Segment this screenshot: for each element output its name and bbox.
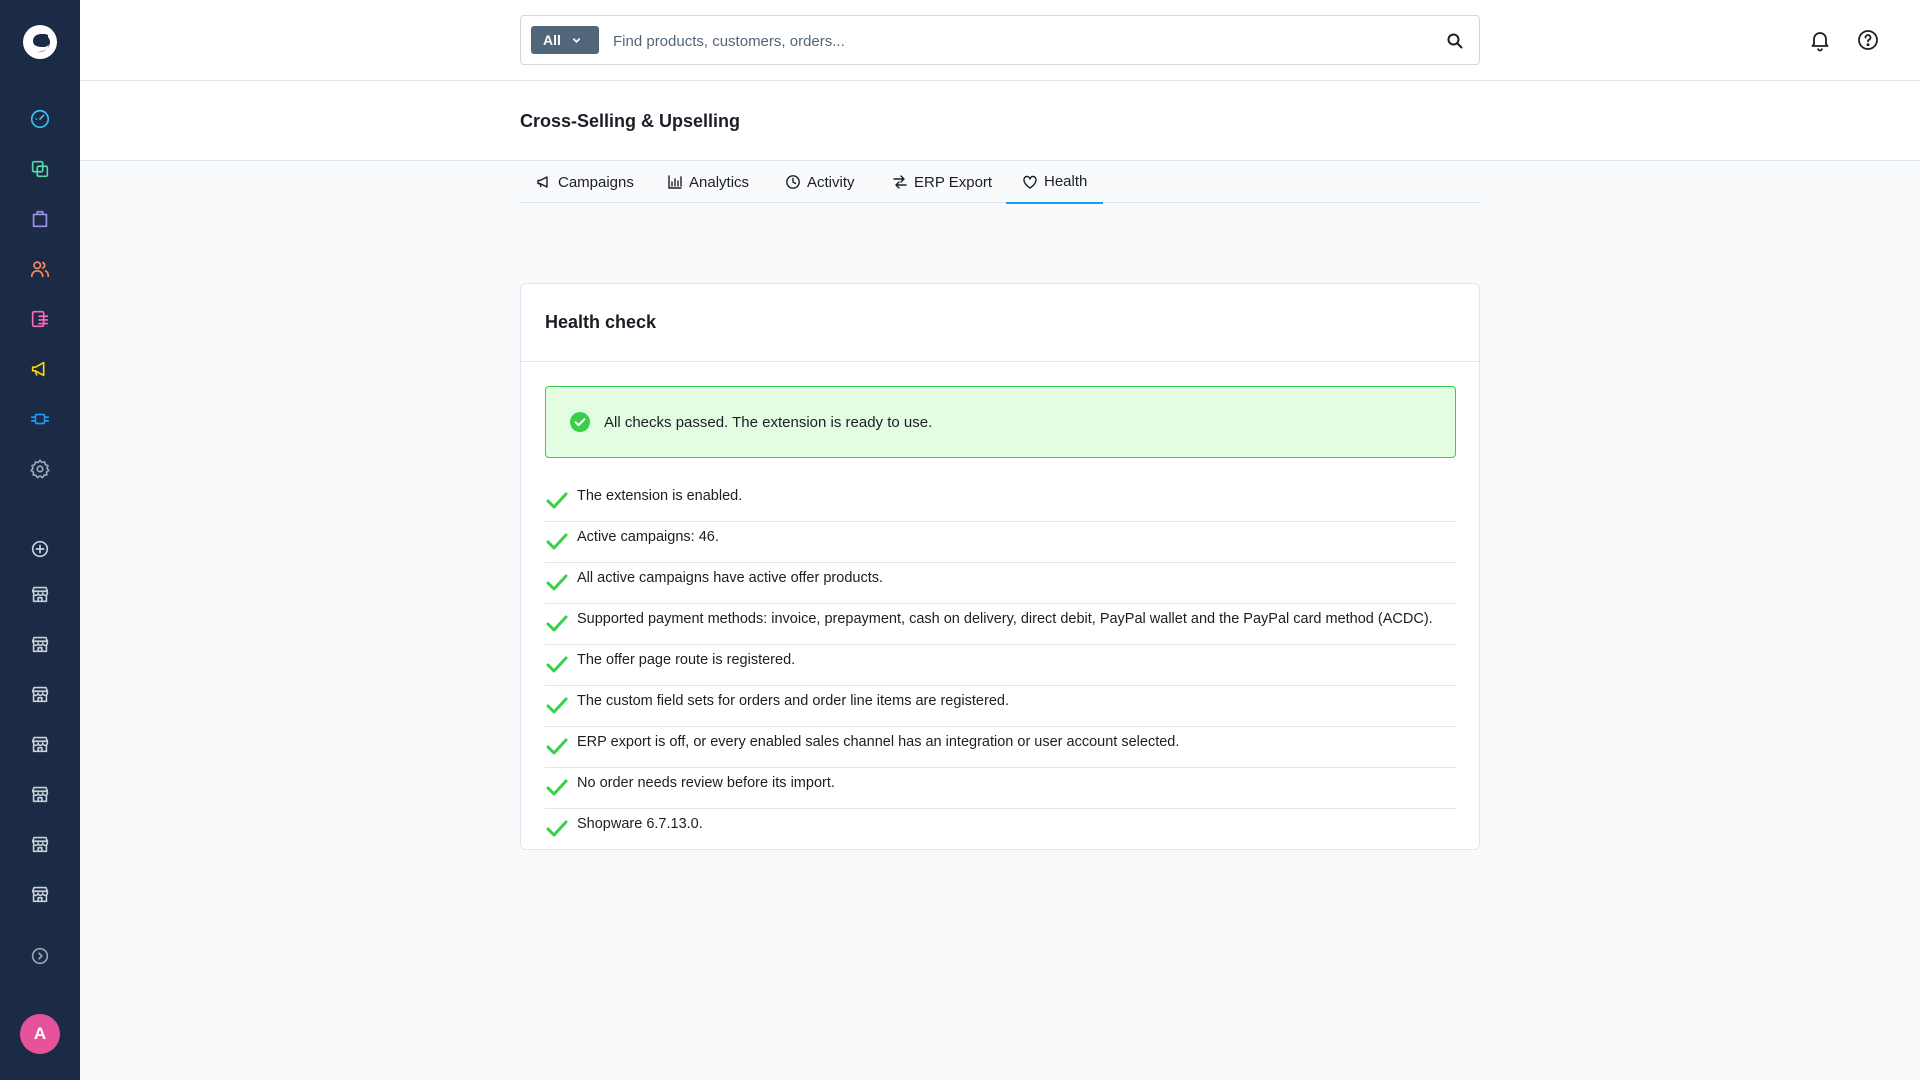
page-header: Cross-Selling & Upselling (80, 81, 1920, 161)
sidebar: A (0, 0, 80, 1080)
check-text: Supported payment methods: invoice, prep… (577, 611, 1433, 627)
shopware-logo-icon[interactable] (20, 22, 60, 62)
checkmark-icon (546, 738, 568, 755)
check-text: No order needs review before its import. (577, 775, 835, 791)
megaphone-icon (537, 176, 548, 188)
add-sales-channel-icon[interactable] (20, 529, 60, 569)
check-text: Shopware 6.7.13.0. (577, 816, 703, 832)
health-check-card: Health check All checks passed. The exte… (520, 283, 1480, 850)
card-title: Health check (545, 312, 657, 332)
check-text: Active campaigns: 46. (577, 529, 719, 545)
user-avatar[interactable]: A (20, 1014, 60, 1054)
clock-icon (786, 175, 800, 189)
tab-campaigns[interactable]: Campaigns (520, 161, 650, 203)
checkmark-icon (546, 615, 568, 632)
check-item: ERP export is off, or every enabled sale… (545, 727, 1456, 768)
arrows-exchange-icon (893, 175, 907, 189)
check-item: The offer page route is registered. (545, 645, 1456, 686)
chevron-down-icon (572, 37, 580, 43)
sales-channel-storefront-icon[interactable] (20, 724, 60, 764)
check-text: ERP export is off, or every enabled sale… (577, 734, 1180, 750)
sales-channel-storefront-icon[interactable] (20, 874, 60, 914)
top-bar: All (80, 0, 1920, 81)
bell-icon[interactable] (1808, 28, 1832, 52)
checkmark-icon (546, 533, 568, 550)
search-type-label: All (543, 32, 561, 48)
tab-activity[interactable]: Activity (769, 161, 871, 203)
content-icon[interactable] (20, 299, 60, 339)
help-question-icon[interactable] (1856, 28, 1880, 52)
checkmark-icon (546, 697, 568, 714)
checkmark-icon (546, 574, 568, 591)
check-item: The extension is enabled. (545, 481, 1456, 522)
check-item: Supported payment methods: invoice, prep… (545, 604, 1456, 645)
checkmark-icon (546, 820, 568, 837)
settings-gear-icon[interactable] (20, 449, 60, 489)
tab-label: Activity (807, 173, 855, 191)
sales-channel-storefront-icon[interactable] (20, 824, 60, 864)
tab-analytics[interactable]: Analytics (651, 161, 765, 203)
search-icon[interactable] (1445, 31, 1465, 51)
global-search: All (520, 15, 1480, 65)
dashboard-gauge-icon[interactable] (20, 99, 60, 139)
check-text: The offer page route is registered. (577, 652, 796, 668)
tab-label: Analytics (689, 173, 750, 191)
success-alert: All checks passed. The extension is read… (545, 386, 1456, 458)
search-type-dropdown[interactable]: All (531, 26, 599, 54)
tab-erp-export[interactable]: ERP Export (876, 161, 1008, 203)
tab-health[interactable]: Health (1006, 161, 1104, 204)
check-item: Shopware 6.7.13.0. (545, 809, 1456, 849)
extensions-plug-icon[interactable] (20, 399, 60, 439)
catalogues-icon[interactable] (20, 149, 60, 189)
check-text: All active campaigns have active offer p… (577, 570, 884, 586)
check-item: All active campaigns have active offer p… (545, 563, 1456, 604)
heart-icon (1023, 175, 1037, 189)
marketing-megaphone-icon[interactable] (20, 349, 60, 389)
check-list: The extension is enabled. Active campaig… (545, 481, 1456, 849)
tab-label: Campaigns (558, 173, 634, 191)
search-input[interactable] (613, 28, 1413, 54)
orders-bag-icon[interactable] (20, 199, 60, 239)
tab-label: ERP Export (914, 173, 993, 191)
check-text: The custom field sets for orders and ord… (577, 693, 1009, 709)
check-circle-icon (570, 412, 590, 432)
sales-channel-storefront-icon[interactable] (20, 574, 60, 614)
customers-icon[interactable] (20, 249, 60, 289)
tab-label: Health (1044, 173, 1088, 190)
check-text: The extension is enabled. (577, 488, 743, 504)
check-item: No order needs review before its import. (545, 768, 1456, 809)
card-header: Health check (521, 284, 1479, 362)
check-item: Active campaigns: 46. (545, 522, 1456, 563)
expand-sidebar-icon[interactable] (20, 936, 60, 976)
sales-channel-storefront-icon[interactable] (20, 624, 60, 664)
page-title: Cross-Selling & Upselling (520, 111, 741, 131)
checkmark-icon (546, 779, 568, 796)
sales-channel-storefront-icon[interactable] (20, 674, 60, 714)
checkmark-icon (546, 656, 568, 673)
alert-message: All checks passed. The extension is read… (604, 413, 933, 431)
tab-bar: Campaigns Analytics Activity ERP Export … (520, 161, 1480, 204)
checkmark-icon (546, 492, 568, 509)
bar-chart-icon (668, 175, 682, 189)
sales-channel-storefront-icon[interactable] (20, 774, 60, 814)
check-item: The custom field sets for orders and ord… (545, 686, 1456, 727)
